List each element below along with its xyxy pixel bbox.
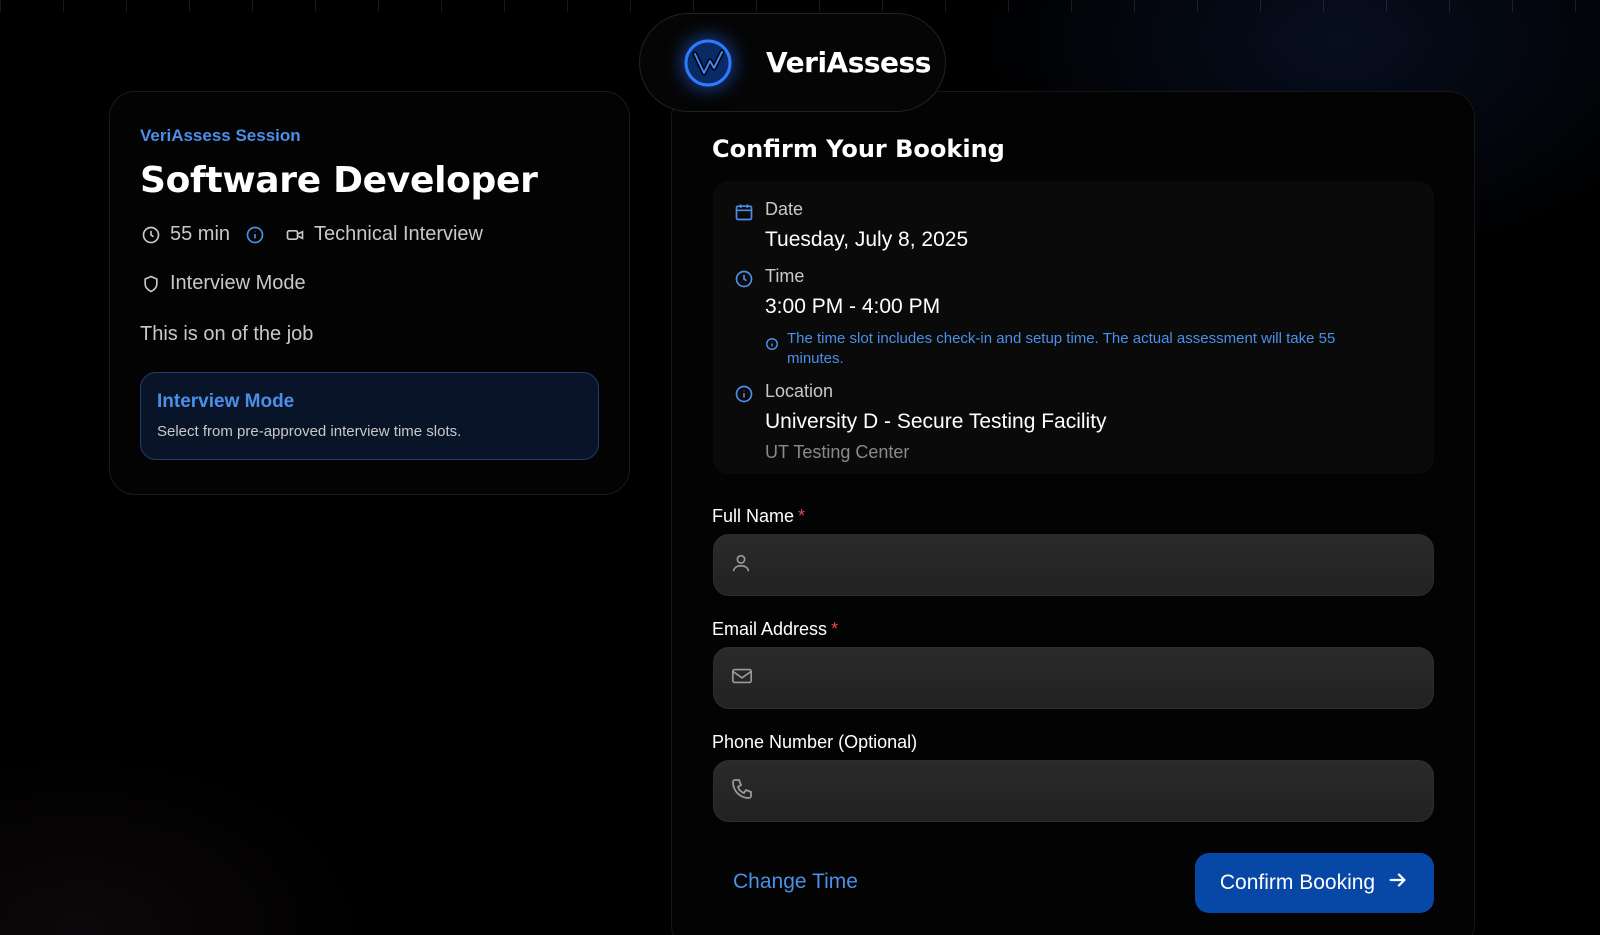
brand-header: VeriAssess xyxy=(639,13,946,112)
confirm-booking-label: Confirm Booking xyxy=(1219,871,1376,894)
full-name-field[interactable] xyxy=(713,534,1434,596)
location-label: Location xyxy=(765,381,834,401)
shield-icon xyxy=(140,273,162,295)
change-time-link[interactable]: Change Time xyxy=(733,870,858,894)
email-label: Email Address * xyxy=(712,619,838,640)
phone-icon xyxy=(730,777,754,806)
full-name-label-text: Full Name xyxy=(712,506,795,526)
time-note-text: The time slot includes check-in and setu… xyxy=(787,330,1336,367)
date-value: Tuesday, July 8, 2025 xyxy=(765,228,969,251)
time-label: Time xyxy=(765,266,805,286)
confirm-booking-button[interactable]: Confirm Booking xyxy=(1195,853,1434,913)
mode-text: Interview Mode xyxy=(170,272,306,294)
phone-field[interactable] xyxy=(713,760,1434,822)
duration-text: 55 min xyxy=(170,223,231,245)
session-card: VeriAssess Session Software Developer 55… xyxy=(109,91,630,495)
interview-mode-box: Interview Mode Select from pre-approved … xyxy=(140,372,599,460)
phone-label: Phone Number (Optional) xyxy=(712,732,917,753)
time-detail: Time 3:00 PM - 4:00 PM The time slot inc… xyxy=(733,266,1414,369)
required-mark: * xyxy=(831,619,839,639)
brand-name: VeriAssess xyxy=(766,46,931,79)
background-grid xyxy=(0,0,1600,12)
arrow-right-icon xyxy=(1387,869,1409,897)
calendar-icon xyxy=(733,201,755,223)
booking-title: Confirm Your Booking xyxy=(712,135,1005,163)
time-value: 3:00 PM - 4:00 PM xyxy=(765,295,941,318)
info-icon xyxy=(765,337,781,353)
location-sub: UT Testing Center xyxy=(765,442,910,462)
location-detail: Location University D - Secure Testing F… xyxy=(733,381,1414,463)
clock-icon xyxy=(140,224,162,246)
phone-label-text: Phone Number (Optional) xyxy=(712,732,918,752)
clock-icon xyxy=(733,268,755,290)
session-type-text: Technical Interview xyxy=(314,223,483,245)
mail-icon xyxy=(730,665,754,692)
full-name-label: Full Name * xyxy=(712,506,805,527)
info-icon[interactable] xyxy=(244,224,266,246)
info-icon xyxy=(733,383,755,405)
date-detail: Date Tuesday, July 8, 2025 xyxy=(733,199,1414,252)
user-icon xyxy=(730,552,752,579)
session-description: This is on of the job xyxy=(140,323,314,345)
location-value: University D - Secure Testing Facility xyxy=(765,410,1107,433)
time-note: The time slot includes check-in and setu… xyxy=(765,329,1375,369)
email-input[interactable] xyxy=(768,667,1408,689)
full-name-input[interactable] xyxy=(766,554,1406,576)
email-field[interactable] xyxy=(713,647,1434,709)
booking-details: Date Tuesday, July 8, 2025 Time 3:00 PM … xyxy=(713,181,1434,474)
mode-box-title: Interview Mode xyxy=(157,391,295,412)
session-meta: 55 min Technical Interview xyxy=(140,223,599,246)
email-label-text: Email Address xyxy=(712,619,828,639)
session-label: VeriAssess Session xyxy=(140,126,301,145)
required-mark: * xyxy=(798,506,806,526)
phone-input[interactable] xyxy=(768,780,1408,802)
job-title: Software Developer xyxy=(140,160,538,201)
mode-box-text: Select from pre-approved interview time … xyxy=(157,423,462,440)
date-label: Date xyxy=(765,199,804,219)
mode-row: Interview Mode xyxy=(140,272,599,295)
brand-logo-icon xyxy=(682,37,734,89)
video-icon xyxy=(284,224,306,246)
